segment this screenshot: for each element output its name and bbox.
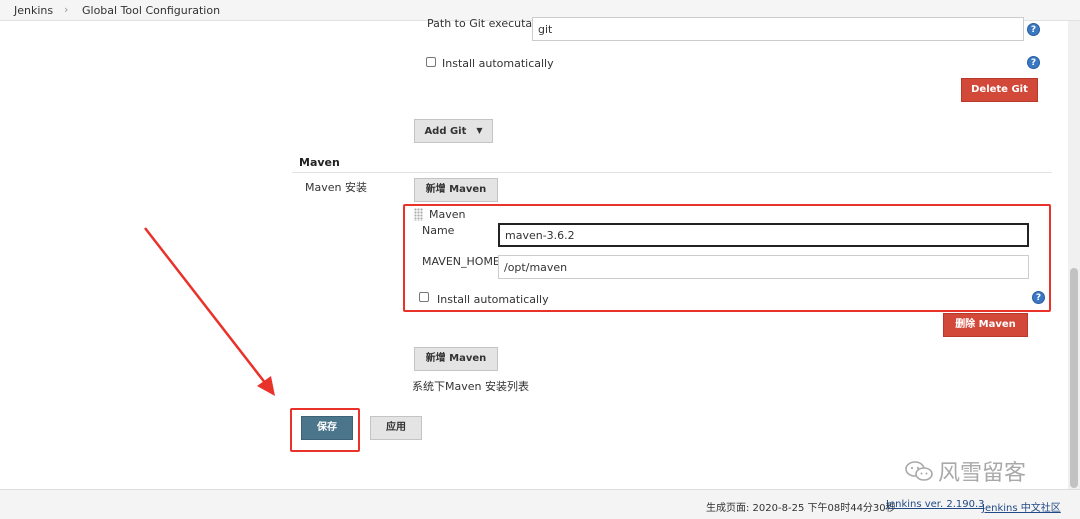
watermark-text: 风雪留客 [938, 461, 1027, 486]
footer-community-link[interactable]: Jenkins 中文社区 [982, 499, 1061, 514]
footer-generated-text: 生成页面: 2020-8-25 下午08时44分30秒 [706, 503, 896, 514]
scrollbar-thumb[interactable] [1070, 268, 1078, 488]
wechat-logo-icon [905, 461, 933, 481]
annotation-arrow [144, 227, 275, 396]
footer-version-link[interactable]: Jenkins ver. 2.190.3 [886, 499, 985, 510]
page-footer: 生成页面: 2020-8-25 下午08时44分30秒 Jenkins ver.… [0, 489, 1080, 519]
